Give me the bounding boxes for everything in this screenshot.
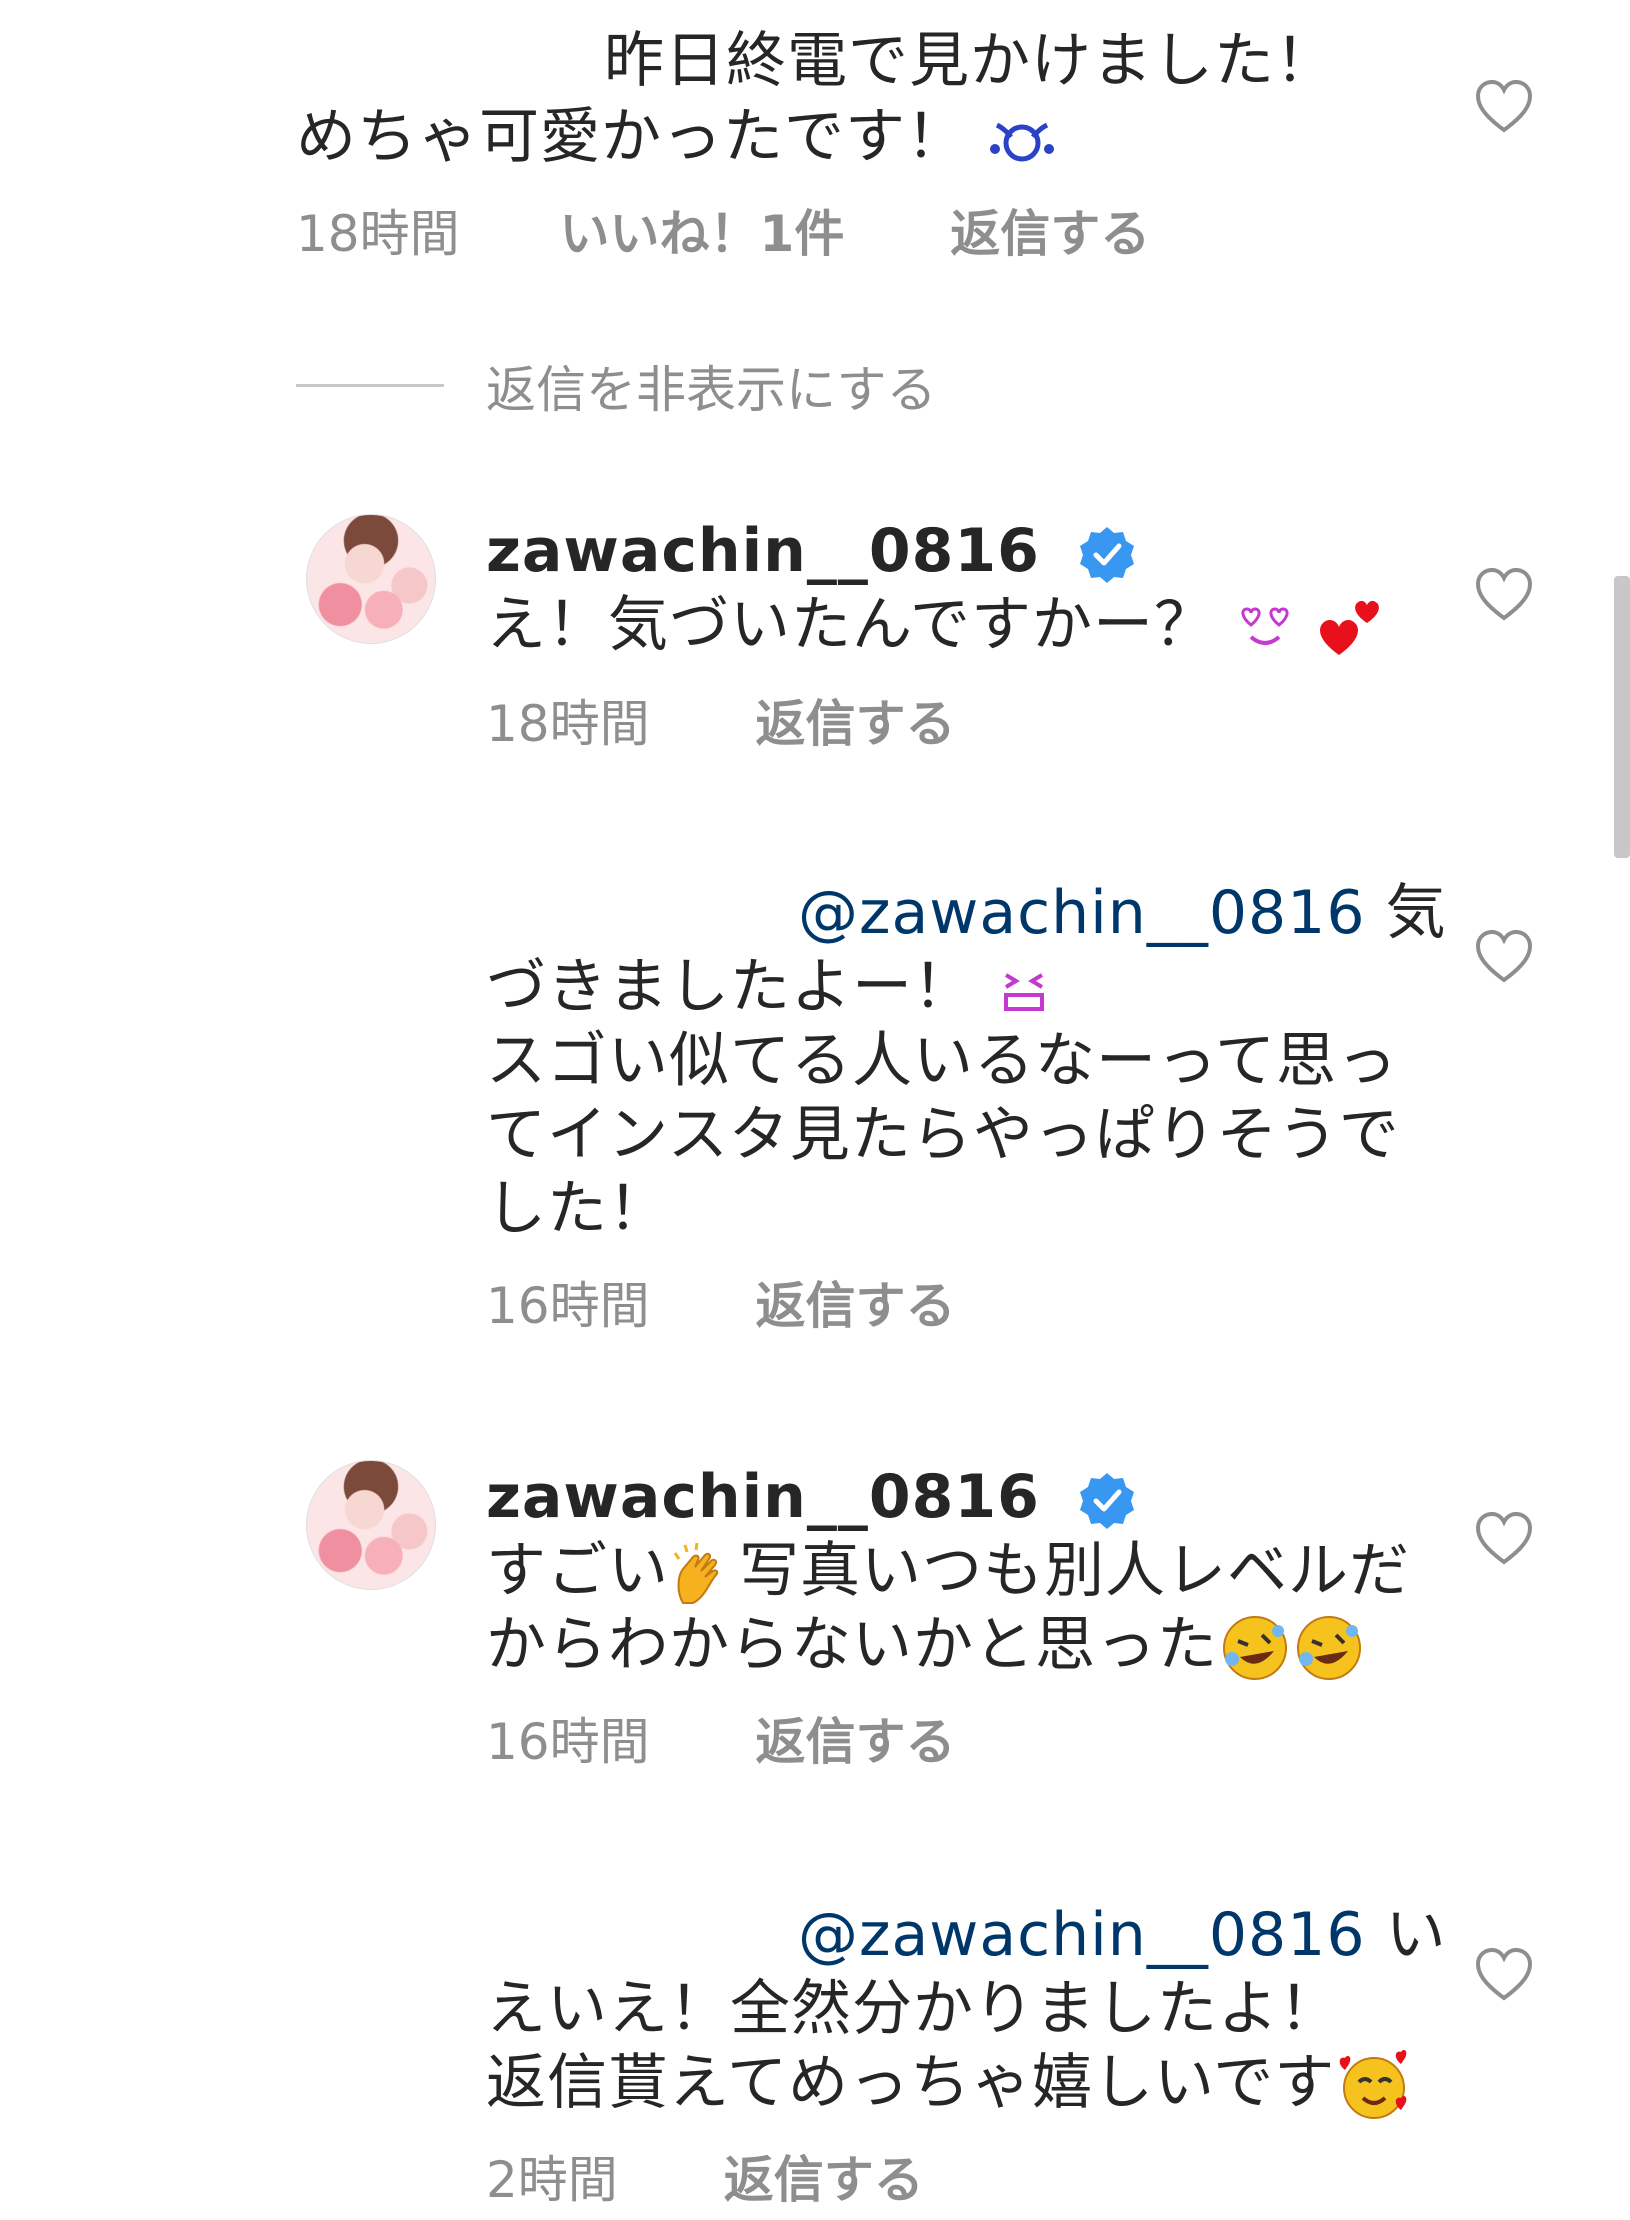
verified-badge-icon — [1079, 1473, 1134, 1530]
avatar[interactable] — [306, 1460, 436, 1590]
reply-text-line: てインスタ見たらやっぱりそうで — [486, 1100, 1400, 1170]
reply-text-line: 返信貰えてめっちゃ嬉しいです — [486, 2046, 1413, 2122]
reply-meta: 18時間 返信する — [486, 694, 956, 754]
timestamp: 16時間 — [486, 1713, 650, 1771]
reply-button[interactable]: 返信する — [950, 205, 1150, 263]
comment-text-line: 昨日終電で見かけました！ — [604, 26, 1336, 96]
timestamp: 18時間 — [486, 695, 650, 753]
reply-button[interactable]: 返信する — [724, 2151, 924, 2209]
verified-badge-icon — [1079, 527, 1134, 584]
mention-link[interactable]: @zawachin__0816 — [798, 1900, 1366, 1970]
heart-outline-icon[interactable] — [1474, 928, 1534, 988]
reply-username-line: zawachin__0816 — [486, 514, 1136, 588]
reply-meta: 16時間 返信する — [486, 1276, 956, 1336]
heart-eyes-emoji-icon — [1241, 607, 1289, 646]
heart-outline-icon[interactable] — [1474, 566, 1534, 626]
heart-outline-icon[interactable] — [1474, 78, 1534, 138]
username-link[interactable]: zawachin__0816 — [486, 516, 1040, 586]
reply-text-line: づきましたよー！ — [486, 950, 1054, 1024]
avatar[interactable] — [306, 514, 436, 644]
smiling-face-with-hearts-emoji-icon — [1339, 2050, 1407, 2120]
reply-text-line: すごい 写真いつも別人レベルだ — [486, 1536, 1410, 1606]
timestamp: 16時間 — [486, 1277, 650, 1335]
replies-divider — [296, 384, 444, 387]
reply-text-line: えいえ！全然分かりましたよ！ — [486, 1974, 1340, 2044]
heart-outline-icon[interactable] — [1474, 1510, 1534, 1570]
heart-outline-icon[interactable] — [1474, 1946, 1534, 2006]
likes-count-link[interactable]: いいね！1件 — [560, 205, 845, 263]
two-hearts-emoji-icon — [1320, 601, 1380, 656]
reply-button[interactable]: 返信する — [756, 1713, 956, 1771]
rolling-laughing-emoji-icon — [1297, 1616, 1361, 1681]
comment-text-line: めちゃ可愛かったです！ — [296, 100, 1057, 174]
reply-text-line: @zawachin__0816 気 — [798, 878, 1447, 948]
reply-button[interactable]: 返信する — [756, 695, 956, 753]
reply-text-line: した！ — [486, 1174, 669, 1244]
scrollbar[interactable] — [1614, 576, 1630, 858]
grinning-squint-emoji-icon — [1004, 973, 1045, 1012]
reply-text-line: @zawachin__0816 い — [798, 1900, 1447, 1970]
timestamp: 2時間 — [486, 2151, 618, 2209]
mention-link[interactable]: @zawachin__0816 — [798, 878, 1366, 948]
weary-face-emoji-icon — [990, 123, 1055, 162]
reply-button[interactable]: 返信する — [756, 1277, 956, 1335]
timestamp: 18時間 — [296, 205, 460, 263]
hide-replies-button[interactable]: 返信を非表示にする — [486, 360, 937, 420]
username-link[interactable]: zawachin__0816 — [486, 1462, 1040, 1532]
clapping-hands-emoji-icon — [673, 1543, 719, 1605]
reply-text-line: スゴい似てる人いるなーって思っ — [486, 1026, 1398, 1096]
reply-meta: 2時間 返信する — [486, 2150, 924, 2210]
reply-meta: 16時間 返信する — [486, 1712, 956, 1772]
rolling-laughing-emoji-icon — [1223, 1616, 1287, 1681]
reply-text-line: え！気づいたんですかー？ — [486, 588, 1385, 663]
reply-username-line: zawachin__0816 — [486, 1460, 1136, 1534]
comment-meta: 18時間 いいね！1件 返信する — [296, 204, 1150, 264]
reply-text-line: からわからないかと思った — [486, 1608, 1366, 1683]
